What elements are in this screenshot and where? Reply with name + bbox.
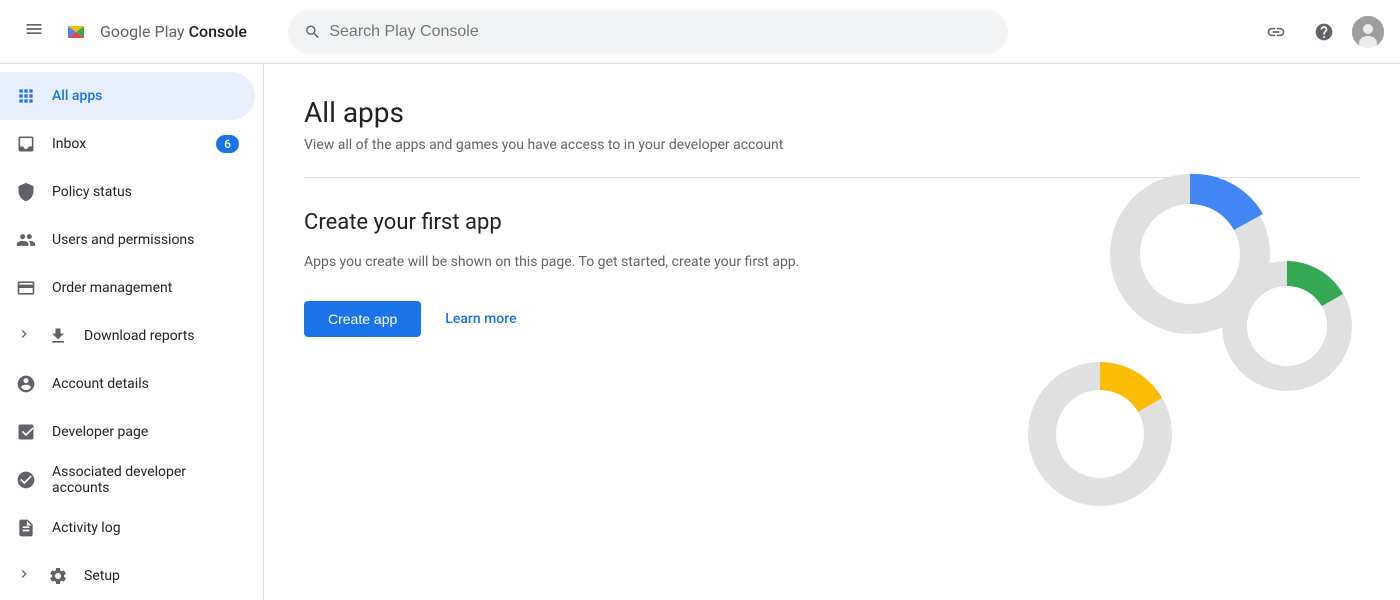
sidebar-label-inbox: Inbox [52, 136, 200, 152]
associated-icon [16, 470, 36, 490]
main-layout: All apps Inbox 6 Policy status [0, 64, 1400, 600]
pie-chart-medium-svg [1020, 354, 1180, 514]
shield-icon [16, 182, 36, 202]
grid-icon [16, 86, 36, 106]
account-circle-icon [16, 374, 36, 394]
page-subtitle: View all of the apps and games you have … [304, 137, 1360, 153]
pie-chart-small [1215, 254, 1360, 399]
sidebar-label-users-permissions: Users and permissions [52, 232, 239, 248]
create-desc: Apps you create will be shown on this pa… [304, 251, 864, 273]
sidebar-label-account-details: Account details [52, 376, 239, 392]
settings-icon [48, 566, 68, 586]
search-input[interactable] [329, 23, 992, 41]
logo-icon [60, 16, 92, 48]
sidebar-item-download-reports[interactable]: Download reports [0, 312, 255, 360]
people-icon [16, 230, 36, 250]
inbox-icon [16, 134, 36, 154]
sidebar: All apps Inbox 6 Policy status [0, 64, 264, 600]
main-content: All apps View all of the apps and games … [264, 64, 1400, 600]
learn-more-link[interactable]: Learn more [445, 311, 516, 327]
help-icon [1314, 22, 1334, 42]
download-icon [48, 326, 68, 346]
credit-card-icon [16, 278, 36, 298]
help-icon-btn[interactable] [1304, 12, 1344, 52]
avatar[interactable] [1352, 16, 1384, 48]
sidebar-label-activity-log: Activity log [52, 520, 239, 536]
sidebar-label-all-apps: All apps [52, 88, 239, 104]
hamburger-icon[interactable] [16, 11, 52, 52]
sidebar-item-developer-page[interactable]: Developer page [0, 408, 255, 456]
create-app-button[interactable]: Create app [304, 301, 421, 337]
topnav-left: Google Play Console [16, 11, 276, 52]
sidebar-item-order-management[interactable]: Order management [0, 264, 255, 312]
search-bar[interactable] [288, 10, 1008, 54]
expand-setup-icon [16, 566, 32, 586]
sidebar-item-policy-status[interactable]: Policy status [0, 168, 255, 216]
developer-icon [16, 422, 36, 442]
sidebar-label-policy-status: Policy status [52, 184, 239, 200]
logo-area: Google Play Console [60, 16, 247, 48]
sidebar-item-associated-dev-accounts[interactable]: Associated developer accounts [0, 456, 255, 504]
sidebar-item-inbox[interactable]: Inbox 6 [0, 120, 255, 168]
sidebar-label-developer-page: Developer page [52, 424, 239, 440]
sidebar-item-setup[interactable]: Setup [0, 552, 255, 600]
sidebar-label-setup: Setup [84, 568, 239, 584]
create-section: Create your first app Apps you create wi… [304, 210, 864, 337]
sidebar-label-download-reports: Download reports [84, 328, 239, 344]
sidebar-label-associated-dev-accounts: Associated developer accounts [52, 464, 239, 496]
sidebar-label-order-management: Order management [52, 280, 239, 296]
create-title: Create your first app [304, 210, 864, 235]
avatar-icon [1352, 16, 1384, 48]
pie-chart-small-svg [1215, 254, 1360, 399]
link-icon [1266, 22, 1286, 42]
search-icon [304, 23, 321, 41]
sidebar-item-users-permissions[interactable]: Users and permissions [0, 216, 255, 264]
inbox-badge: 6 [216, 135, 239, 153]
topnav: Google Play Console [0, 0, 1400, 64]
sidebar-item-activity-log[interactable]: Activity log [0, 504, 255, 552]
sidebar-item-all-apps[interactable]: All apps [0, 72, 255, 120]
expand-left-icon [16, 326, 32, 346]
topnav-right [1256, 12, 1384, 52]
illustration [940, 164, 1360, 544]
logo-text: Google Play Console [100, 22, 247, 41]
activity-icon [16, 518, 36, 538]
page-title: All apps [304, 96, 1360, 129]
link-icon-btn[interactable] [1256, 12, 1296, 52]
pie-chart-medium [1020, 354, 1180, 514]
btn-row: Create app Learn more [304, 301, 864, 337]
sidebar-item-account-details[interactable]: Account details [0, 360, 255, 408]
